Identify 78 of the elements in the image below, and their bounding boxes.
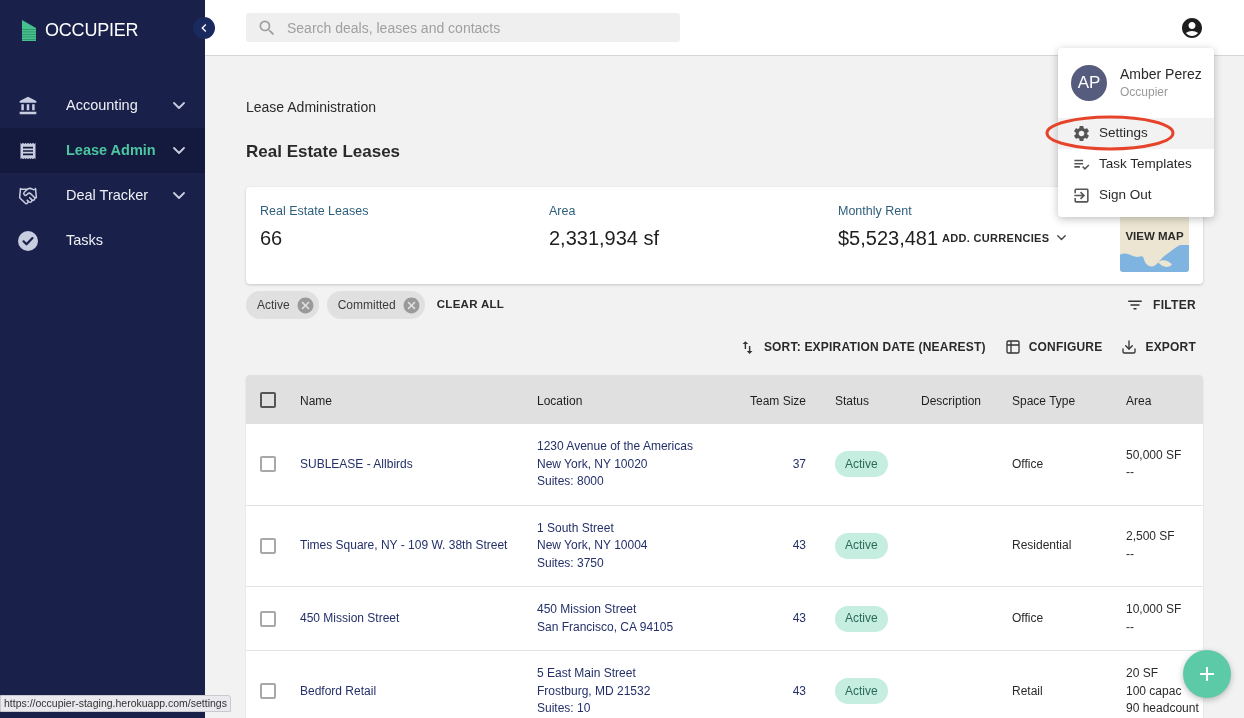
- area-cell-text: 2,500 SF --: [1126, 528, 1175, 563]
- lease-name-link[interactable]: Bedford Retail: [300, 683, 377, 698]
- stat-value: $5,523,481: [838, 226, 939, 251]
- account-icon[interactable]: [1180, 15, 1204, 40]
- filter-button[interactable]: FILTER: [1126, 296, 1196, 314]
- lease-name-link[interactable]: Times Square, NY - 109 W. 38th Street: [300, 538, 508, 552]
- location-link[interactable]: 1230 Avenue of the Americas New York, NY 10020 Suites: 8000: [537, 438, 693, 491]
- space-type-cell: Office: [1012, 610, 1044, 625]
- bank-icon: [18, 95, 38, 116]
- column-header[interactable]: Location: [537, 393, 583, 408]
- status-badge: Active: [835, 532, 888, 559]
- download-icon: [1121, 339, 1138, 355]
- logo-icon: [22, 20, 36, 41]
- row-checkbox[interactable]: [260, 456, 276, 473]
- menu-item[interactable]: Sign Out: [1058, 180, 1214, 211]
- nav-item[interactable]: Deal Tracker: [0, 173, 205, 218]
- team-size-cell: 37: [792, 456, 806, 471]
- filter-chip[interactable]: Committed: [326, 291, 425, 319]
- status-url: https://occupier-staging.herokuapp.com/settings: [4, 695, 227, 711]
- logo-text: OCCUPIER: [45, 19, 139, 42]
- settings-icon: [1072, 124, 1091, 143]
- check-circle-icon: [18, 230, 38, 251]
- column-header[interactable]: Area: [1126, 393, 1152, 408]
- status-badge: Active: [835, 451, 888, 478]
- chevron-down-icon: [1057, 235, 1067, 241]
- table-icon: [1004, 339, 1021, 355]
- clear-all-button[interactable]: CLEAR ALL: [436, 296, 505, 314]
- space-type-cell: Residential: [1012, 538, 1072, 552]
- column-header[interactable]: Space Type: [1012, 393, 1076, 408]
- row-checkbox[interactable]: [260, 683, 276, 700]
- column-header[interactable]: Name: [300, 393, 332, 408]
- column-header[interactable]: Team Size: [749, 393, 806, 408]
- remove-icon[interactable]: [401, 295, 421, 315]
- page-title: Real Estate Leases: [246, 141, 401, 163]
- stat-value: 2,331,934 sf: [549, 226, 660, 251]
- status-badge: Active: [835, 678, 888, 705]
- column-header[interactable]: Status: [835, 393, 870, 408]
- user-name: Amber Perez: [1120, 65, 1202, 83]
- filter-chip[interactable]: Active: [246, 291, 319, 319]
- location-link[interactable]: 1 South Street New York, NY 10004 Suites: 3750: [537, 519, 648, 572]
- stat-label: Real Estate Leases: [260, 203, 369, 219]
- document-icon: [18, 140, 38, 161]
- space-type-cell: Retail: [1012, 683, 1043, 698]
- breadcrumb: Lease Administration: [246, 98, 376, 117]
- map-drawing: [1120, 245, 1189, 272]
- column-header[interactable]: Description: [921, 393, 982, 408]
- team-size-cell: 43: [792, 683, 806, 698]
- location-link[interactable]: 450 Mission Street San Francisco, CA 94105: [537, 601, 674, 636]
- team-size-cell: 43: [792, 610, 806, 625]
- menu-item[interactable]: Task Templates: [1058, 149, 1214, 180]
- search-field[interactable]: Search deals, leases and contacts: [246, 13, 680, 42]
- lease-name-link[interactable]: 450 Mission Street: [300, 610, 400, 625]
- area-cell-text: 20 SF 100 capac 90 headcount: [1126, 665, 1199, 717]
- nav-item[interactable]: Tasks: [0, 218, 205, 263]
- select-all-checkbox[interactable]: [260, 391, 276, 408]
- row-checkbox[interactable]: [260, 610, 276, 627]
- nav-item[interactable]: Accounting: [0, 83, 205, 128]
- location-link[interactable]: 5 East Main Street Frostburg, MD 21532 Suites: 10: [537, 665, 651, 718]
- lease-name-link[interactable]: SUBLEASE - Allbirds: [300, 456, 413, 471]
- space-type-cell: Office: [1012, 456, 1044, 471]
- remove-icon[interactable]: [295, 295, 315, 315]
- status-badge: Active: [835, 605, 888, 632]
- export-button[interactable]: EXPORT: [1121, 338, 1196, 356]
- area-cell: 50,000 SF --: [1126, 446, 1182, 482]
- organization-name: Occupier: [1120, 84, 1169, 101]
- sort-button[interactable]: SORT: EXPIRATION DATE (NEAREST): [738, 338, 986, 356]
- configure-button[interactable]: CONFIGURE: [1004, 338, 1103, 356]
- avatar: AP: [1071, 65, 1107, 101]
- stat-value: 66: [260, 226, 283, 251]
- area-cell: 10,000 SF --: [1126, 601, 1182, 636]
- sign-out-icon: [1072, 186, 1091, 205]
- currencies-button[interactable]: ADD. CURRENCIES: [942, 229, 1067, 247]
- stat-label: Monthly Rent: [838, 203, 912, 219]
- nav-item[interactable]: Lease Admin: [0, 128, 205, 173]
- stat-label: Area: [549, 203, 576, 219]
- row-checkbox[interactable]: [260, 537, 276, 554]
- team-size-cell: 43: [792, 538, 806, 552]
- handshake-icon: [18, 185, 38, 206]
